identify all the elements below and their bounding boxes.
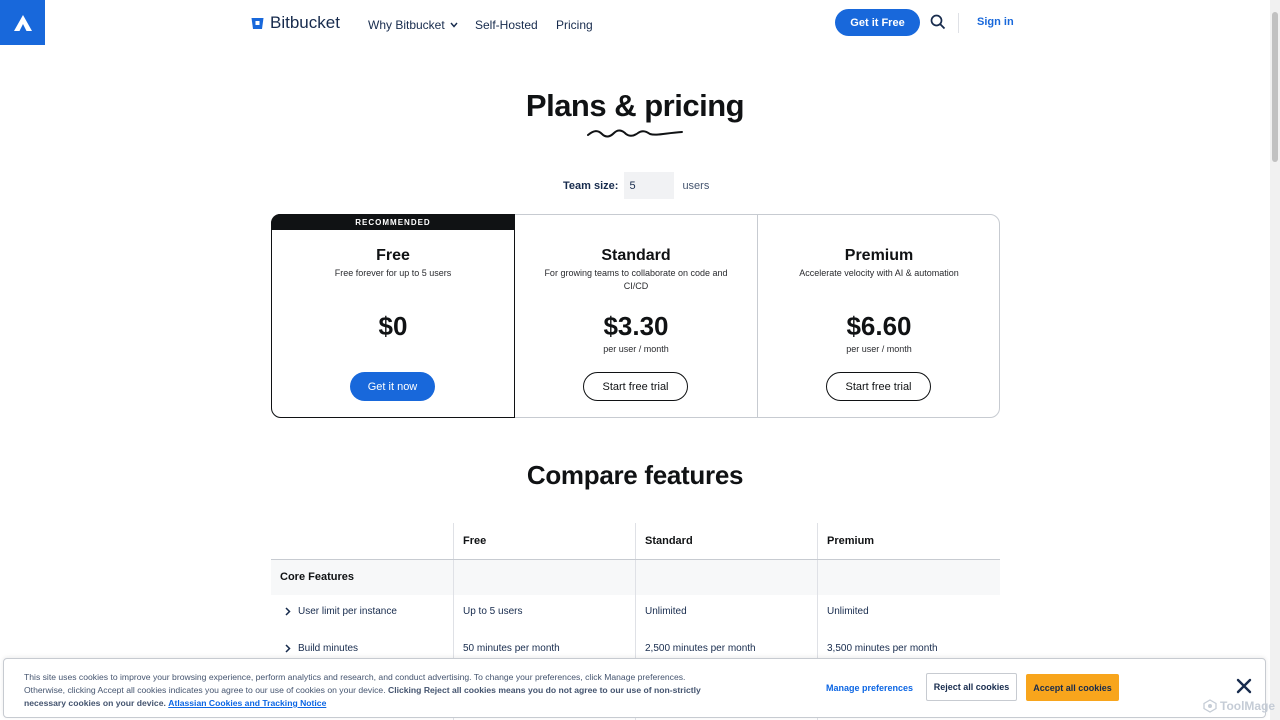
nav-self-hosted[interactable]: Self-Hosted xyxy=(475,18,538,32)
plan-price: $0 xyxy=(378,311,408,341)
nav-pricing[interactable]: Pricing xyxy=(556,18,593,32)
nav-why-bitbucket[interactable]: Why Bitbucket xyxy=(368,18,458,32)
top-navigation: Bitbucket Why Bitbucket Self-Hosted Pric… xyxy=(0,0,1270,48)
close-icon xyxy=(1236,678,1252,694)
get-it-now-button[interactable]: Get it now xyxy=(350,372,435,401)
team-size-unit: users xyxy=(682,179,710,192)
plan-card-standard: Standard For growing teams to collaborat… xyxy=(515,215,758,417)
chevron-right-icon xyxy=(285,644,291,653)
table-column-divider xyxy=(817,560,818,595)
feature-label: Build minutes xyxy=(298,643,359,654)
nav-why-bitbucket-label: Why Bitbucket xyxy=(368,18,445,32)
watermark: ToolMage xyxy=(1203,699,1275,713)
plan-description: Accelerate velocity with AI & automation xyxy=(799,268,959,278)
plan-name: Standard xyxy=(601,247,671,264)
table-column-divider xyxy=(453,560,454,595)
bitbucket-brand[interactable]: Bitbucket xyxy=(251,13,340,33)
watermark-logo-icon xyxy=(1203,699,1217,713)
table-column-divider xyxy=(635,560,636,595)
feature-label: User limit per instance xyxy=(298,606,397,617)
table-cell: Unlimited xyxy=(827,606,869,617)
column-header-free: Free xyxy=(463,535,487,547)
feature-row-build-minutes[interactable]: Build minutes xyxy=(285,643,358,654)
compare-features-title: Compare features xyxy=(526,460,744,490)
sign-in-link[interactable]: Sign in xyxy=(977,16,1014,28)
plan-name: Free xyxy=(376,247,410,264)
team-size-control: Team size: users xyxy=(563,172,709,199)
plan-price-unit: per user / month xyxy=(846,344,912,354)
plan-description: For growing teams to collaborate on code… xyxy=(544,268,728,291)
section-label: Core Features xyxy=(280,571,354,583)
cookie-notice-text: This site uses cookies to improve your b… xyxy=(24,671,704,710)
plan-price: $3.30 xyxy=(603,311,669,341)
watermark-text: ToolMage xyxy=(1220,699,1276,713)
plan-price-unit: per user / month xyxy=(603,344,669,354)
plan-card-free: RECOMMENDED Free Free forever for up to … xyxy=(271,214,515,418)
bitbucket-logo-icon xyxy=(251,17,264,29)
accept-all-cookies-button[interactable]: Accept all cookies xyxy=(1026,674,1119,701)
chevron-down-icon xyxy=(450,22,458,28)
page-scrollbar[interactable] xyxy=(1270,0,1280,720)
close-cookie-banner-button[interactable] xyxy=(1236,678,1254,696)
nav-divider xyxy=(958,13,959,33)
cookie-notice-link[interactable]: Atlassian Cookies and Tracking Notice xyxy=(168,698,326,708)
plan-card-premium: Premium Accelerate velocity with AI & au… xyxy=(758,215,1000,417)
brand-name: Bitbucket xyxy=(270,13,340,32)
team-size-input[interactable] xyxy=(624,172,675,199)
reject-all-cookies-button[interactable]: Reject all cookies xyxy=(926,673,1017,701)
table-cell: 50 minutes per month xyxy=(463,643,560,654)
column-header-premium: Premium xyxy=(827,535,875,547)
start-free-trial-standard-button[interactable]: Start free trial xyxy=(583,372,688,401)
start-free-trial-premium-button[interactable]: Start free trial xyxy=(826,372,931,401)
search-icon xyxy=(930,14,946,30)
get-it-free-button[interactable]: Get it Free xyxy=(835,9,920,36)
cookie-banner: This site uses cookies to improve your b… xyxy=(3,658,1266,718)
feature-row-user-limit[interactable]: User limit per instance xyxy=(285,606,397,617)
table-cell: Unlimited xyxy=(645,606,687,617)
team-size-label: Team size: xyxy=(563,179,619,192)
plan-name: Premium xyxy=(844,247,914,264)
title-underline-squiggle xyxy=(587,129,683,138)
plan-cards: RECOMMENDED Free Free forever for up to … xyxy=(271,214,1000,418)
plan-description: Free forever for up to 5 users xyxy=(334,268,452,278)
scrollbar-thumb[interactable] xyxy=(1272,12,1278,162)
column-header-standard: Standard xyxy=(645,535,693,547)
search-button[interactable] xyxy=(930,14,948,32)
recommended-badge: RECOMMENDED xyxy=(271,214,515,230)
manage-preferences-button[interactable]: Manage preferences xyxy=(826,683,913,693)
table-cell: 3,500 minutes per month xyxy=(827,643,938,654)
plan-price: $6.60 xyxy=(846,311,912,341)
chevron-right-icon xyxy=(285,607,291,616)
page-title: Plans & pricing xyxy=(525,88,745,123)
table-cell: 2,500 minutes per month xyxy=(645,643,756,654)
table-cell: Up to 5 users xyxy=(463,606,523,617)
